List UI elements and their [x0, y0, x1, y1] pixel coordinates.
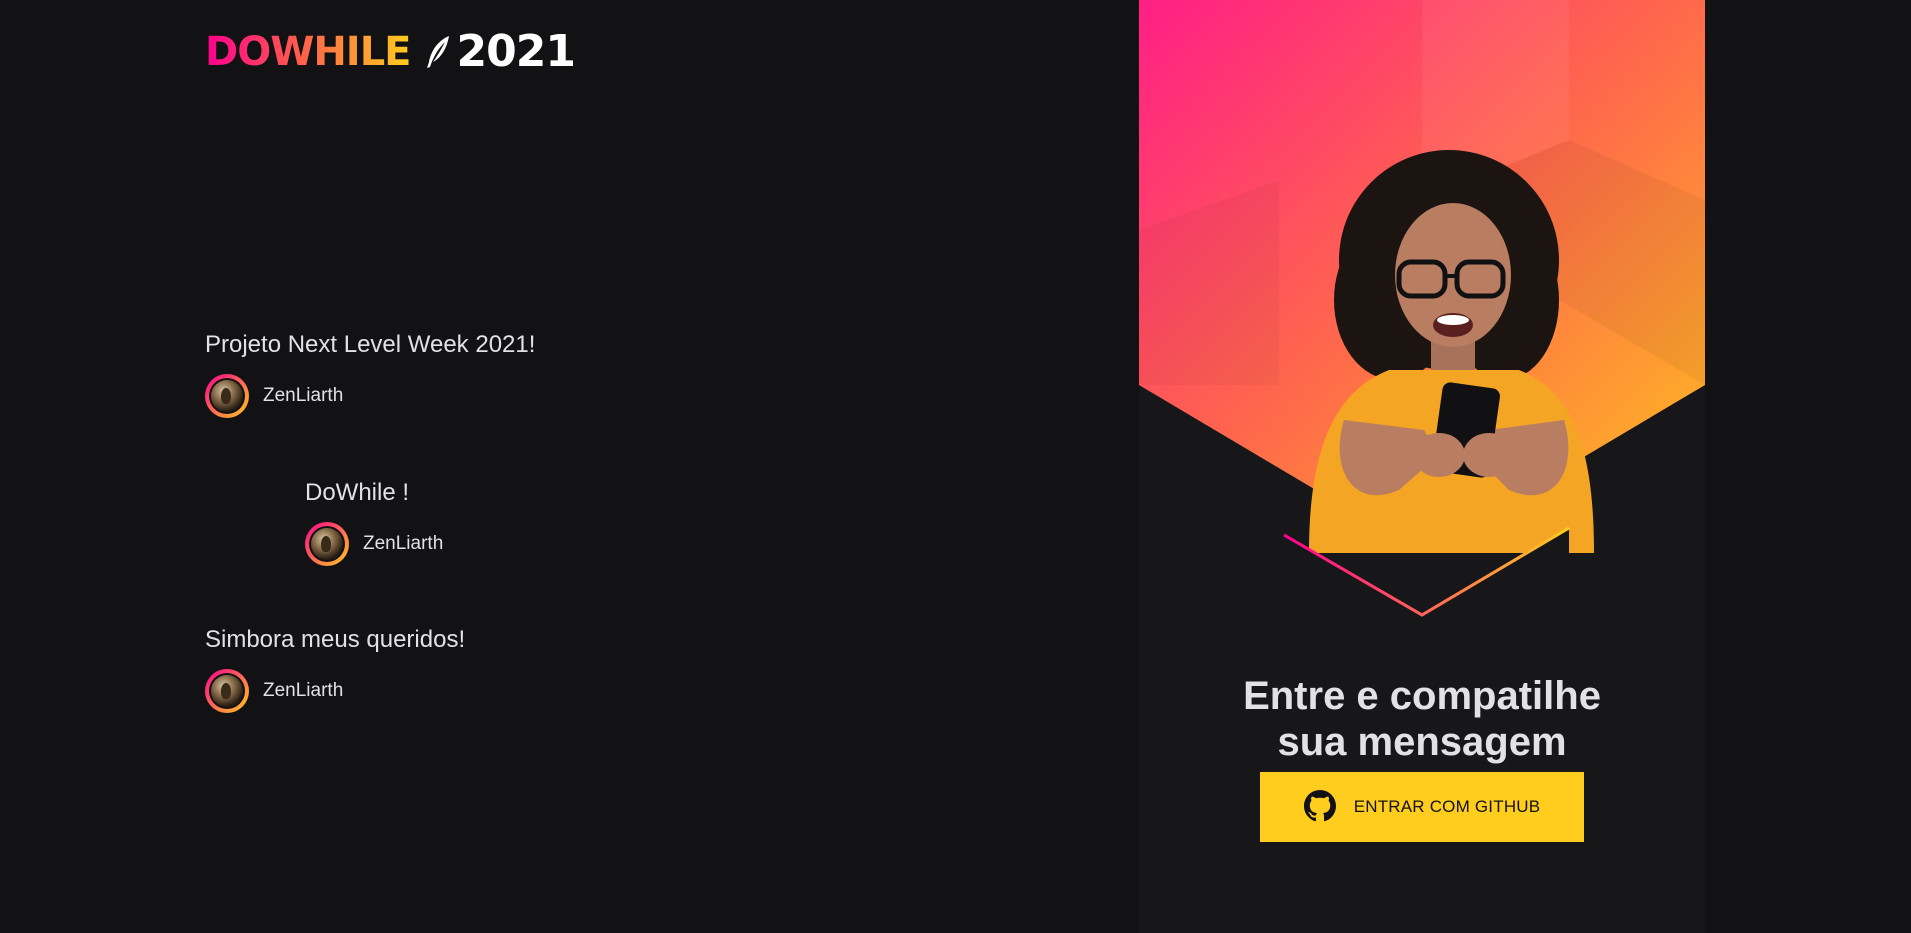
- message-user: ZenLiarth: [205, 374, 535, 418]
- feather-icon: [423, 34, 451, 70]
- login-title: Entre e compatilhe sua mensagem: [1139, 673, 1705, 765]
- avatar-image: [211, 380, 243, 412]
- message-item: Projeto Next Level Week 2021! ZenLiarth: [205, 330, 535, 418]
- page: DOWHILE 2021 Projeto Next Level Week 202…: [0, 0, 1911, 933]
- banner-illustration: [1139, 0, 1705, 620]
- logo-wordmark: DOWHILE: [205, 29, 411, 75]
- avatar: [205, 669, 249, 713]
- login-panel: Entre e compatilhe sua mensagem ENTRAR C…: [1139, 0, 1705, 933]
- github-icon: [1303, 789, 1336, 825]
- avatar-image: [311, 528, 343, 560]
- message-item: Simbora meus queridos! ZenLiarth: [205, 625, 465, 713]
- user-name: ZenLiarth: [363, 533, 444, 554]
- avatar: [305, 522, 349, 566]
- github-button-label: ENTRAR COM GITHUB: [1353, 797, 1541, 816]
- avatar-image: [211, 675, 243, 707]
- user-name: ZenLiarth: [263, 385, 344, 406]
- message-content: Projeto Next Level Week 2021!: [205, 331, 536, 358]
- dowhile-logo: DOWHILE 2021: [205, 26, 576, 77]
- login-title-line2: sua mensagem: [1277, 720, 1567, 765]
- message-content: Simbora meus queridos!: [205, 626, 466, 653]
- message-user: ZenLiarth: [205, 669, 465, 713]
- avatar: [205, 374, 249, 418]
- logo-year: 2021: [456, 26, 576, 77]
- message-item: DoWhile ! ZenLiarth: [305, 478, 443, 566]
- message-content: DoWhile !: [305, 479, 410, 506]
- message-user: ZenLiarth: [305, 522, 443, 566]
- github-login-button[interactable]: ENTRAR COM GITHUB: [1260, 772, 1584, 842]
- user-name: ZenLiarth: [263, 680, 344, 701]
- login-title-line1: Entre e compatilhe: [1243, 674, 1601, 719]
